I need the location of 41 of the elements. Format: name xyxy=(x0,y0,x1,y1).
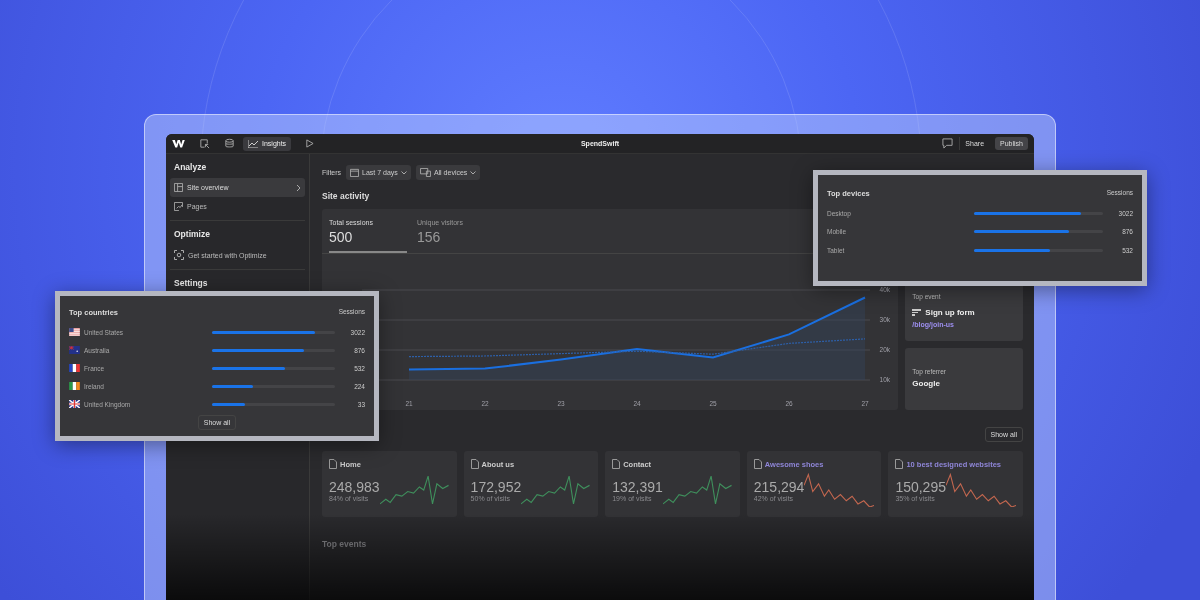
target-icon xyxy=(174,250,184,260)
comment-icon[interactable] xyxy=(942,138,954,149)
flag-icon xyxy=(69,382,80,390)
sparkline-icon xyxy=(521,473,592,507)
sparkline-icon xyxy=(946,473,1016,507)
chart-page-icon xyxy=(174,202,183,211)
form-icon xyxy=(912,309,922,316)
logo-icon xyxy=(172,139,185,148)
caret-icon xyxy=(400,170,407,175)
layout-icon xyxy=(174,183,183,192)
sparkline-icon xyxy=(804,473,875,507)
section-heading: Optimize xyxy=(173,229,211,241)
referrer-name: Google xyxy=(912,379,941,388)
page-icon xyxy=(470,459,479,469)
page-visits: 150,295 xyxy=(895,478,946,495)
section-heading: Analyze xyxy=(173,162,208,174)
line-chart-icon xyxy=(248,139,258,148)
page-icon xyxy=(329,459,337,469)
database-icon[interactable] xyxy=(224,138,235,149)
sparkline-icon xyxy=(379,473,450,507)
flag-icon xyxy=(69,346,80,354)
event-name: Sign up form xyxy=(925,308,975,317)
flag-icon xyxy=(69,400,80,408)
page-visits: 248,983 xyxy=(329,478,380,495)
section-title: Site activity xyxy=(322,191,370,201)
page-visits: 215,294 xyxy=(753,478,805,495)
caret-icon xyxy=(470,170,477,175)
play-icon[interactable] xyxy=(305,139,315,148)
section-title: Top events xyxy=(322,539,367,549)
page-visits: 132,391 xyxy=(612,478,663,495)
chevron-right-icon xyxy=(296,183,301,192)
page-icon xyxy=(895,459,904,469)
section-heading: Settings xyxy=(173,278,209,290)
page-visits: 172,952 xyxy=(470,478,522,495)
devices-icon xyxy=(419,168,431,177)
flag-icon xyxy=(69,364,80,372)
flag-icon xyxy=(69,328,80,336)
sparkline-icon xyxy=(662,473,733,507)
page-icon xyxy=(612,459,621,469)
page-icon xyxy=(753,459,762,469)
calendar-icon xyxy=(350,168,360,177)
